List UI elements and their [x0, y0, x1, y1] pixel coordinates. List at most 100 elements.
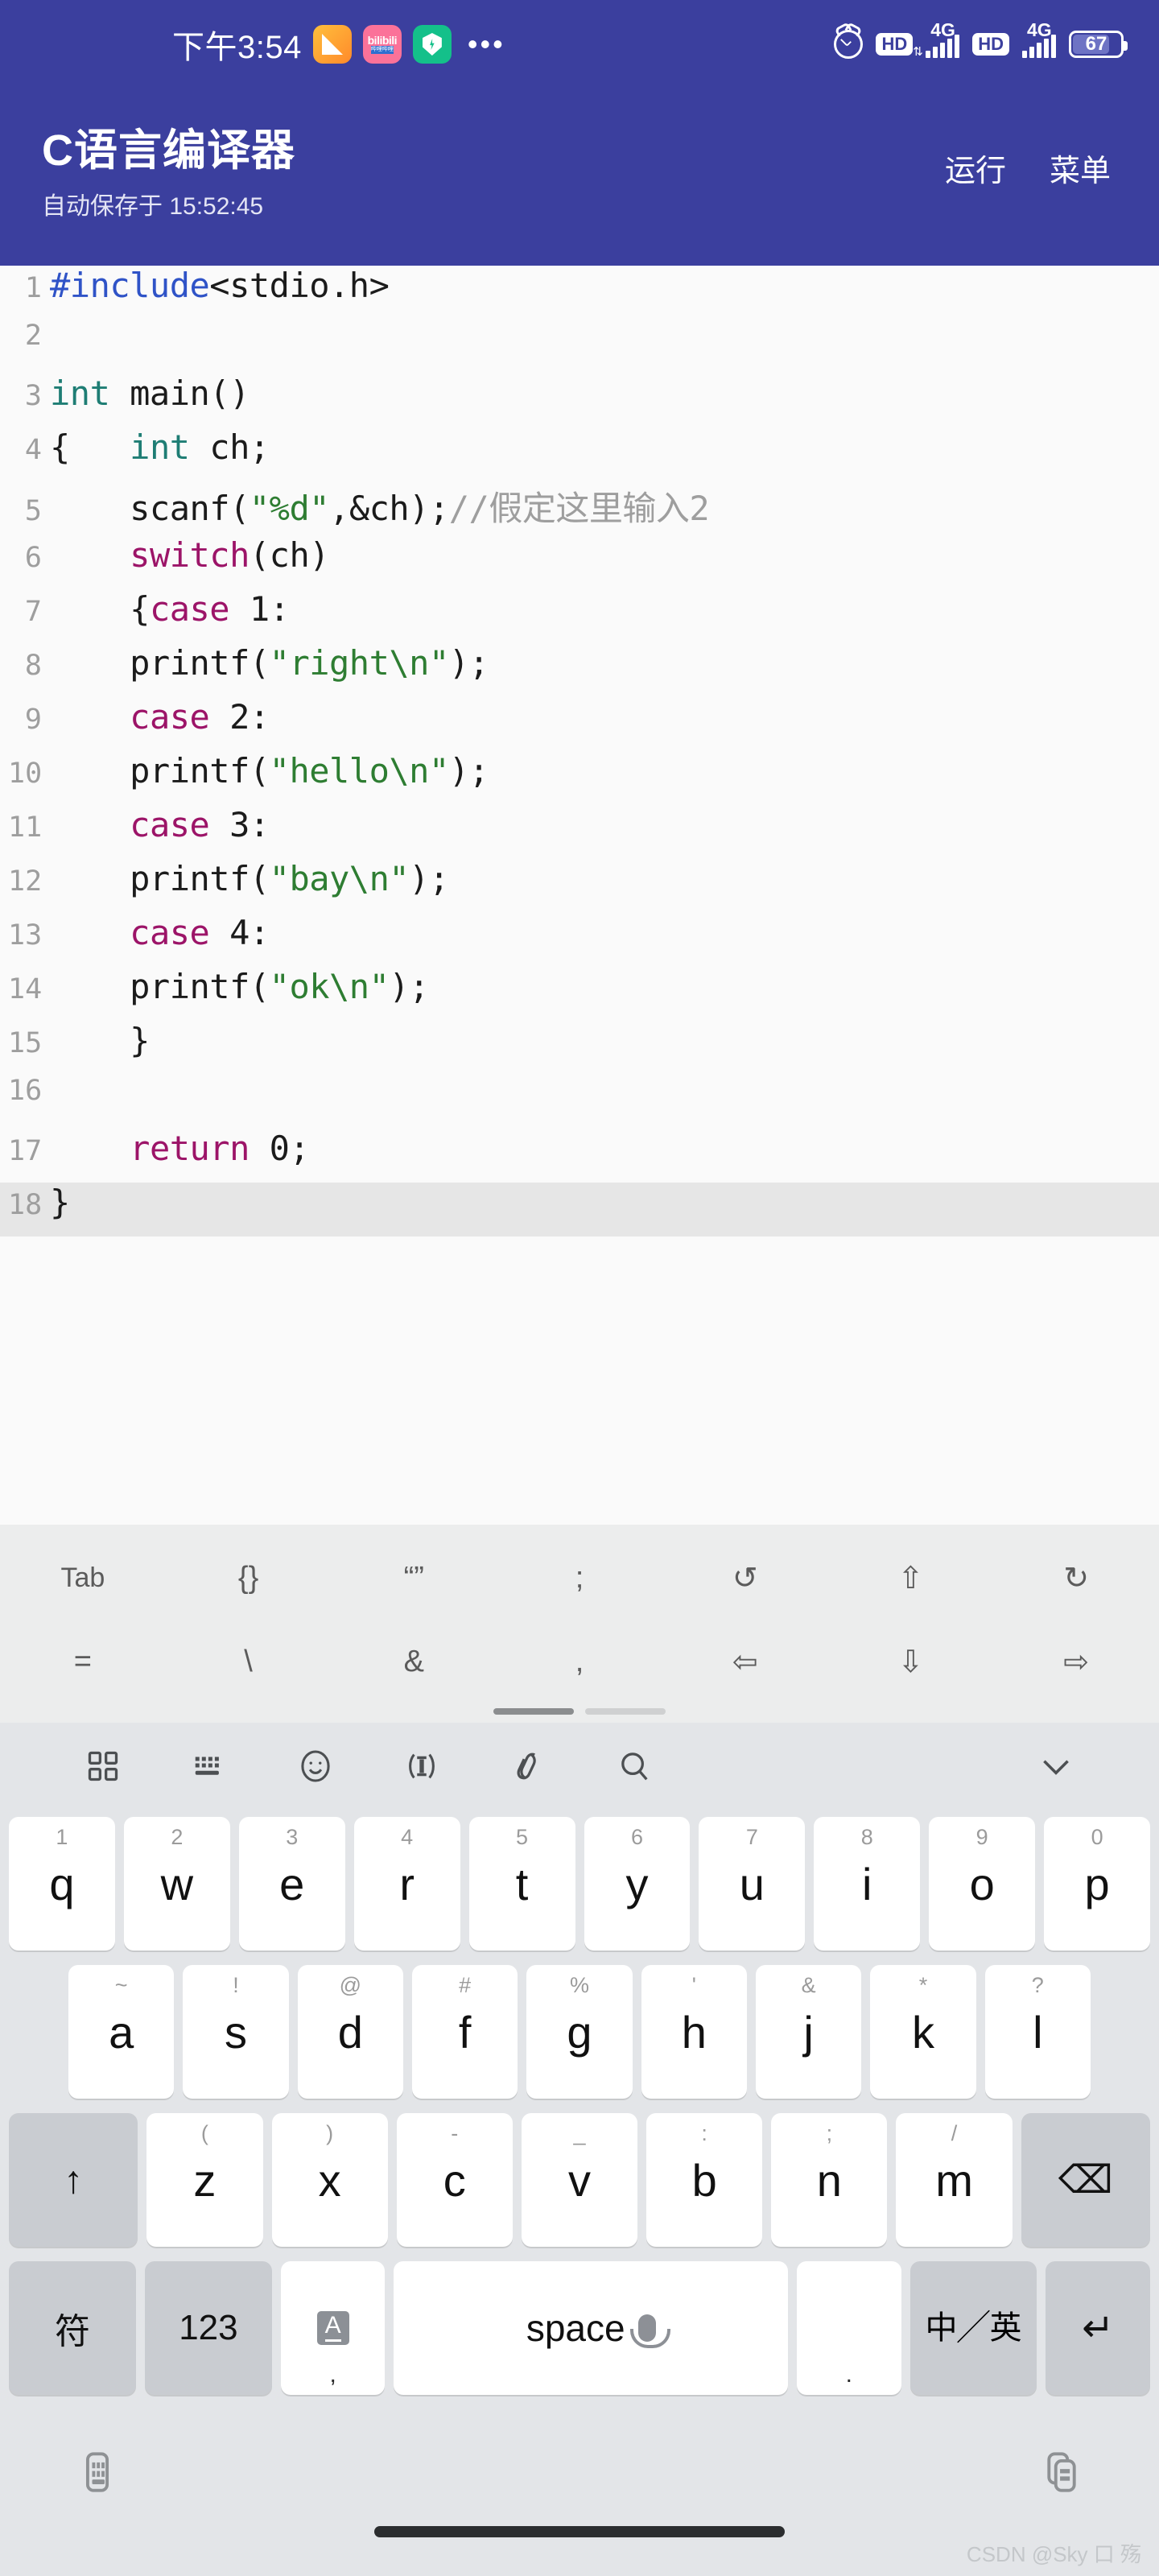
braces-key[interactable]: {}	[166, 1536, 332, 1620]
backslash-key[interactable]: \	[166, 1620, 332, 1703]
code-token: ,&ch);	[329, 489, 449, 528]
symbols-key[interactable]: 符	[9, 2261, 136, 2395]
key-primary-label: r	[399, 1858, 415, 1909]
code-line[interactable]: 16	[0, 1075, 1159, 1129]
keyboard-row-4: 符 123 A , space . 中╱英 ↵	[0, 2254, 1159, 2402]
key-d[interactable]: @ d	[297, 1965, 403, 2099]
line-number: 18	[8, 1189, 43, 1221]
redo-icon[interactable]: ↻	[993, 1536, 1159, 1620]
code-line[interactable]: 5 scanf("%d",&ch);//假定这里输入2	[0, 481, 1159, 535]
key-i[interactable]: 8i	[814, 1817, 921, 1951]
code-line[interactable]: 8 printf("right\n");	[0, 643, 1159, 697]
switch-keyboard-icon[interactable]	[1038, 2449, 1085, 2500]
home-indicator[interactable]	[374, 2526, 785, 2537]
undo-icon[interactable]: ↺	[662, 1536, 828, 1620]
key-t[interactable]: 5t	[468, 1817, 575, 1951]
caps-key[interactable]: A ,	[280, 2261, 386, 2395]
backspace-key[interactable]: ⌫	[1021, 2113, 1150, 2247]
clipboard-icon[interactable]	[475, 1748, 581, 1785]
run-button[interactable]: 运行	[945, 146, 1006, 190]
code-line[interactable]: 9 case 2:	[0, 697, 1159, 751]
period-key[interactable]: .	[797, 2261, 901, 2395]
key-v[interactable]: _ v	[521, 2113, 638, 2247]
code-line[interactable]: 6 switch(ch)	[0, 535, 1159, 589]
line-text: switch(ch)	[50, 535, 329, 575]
code-line[interactable]: 3 int main()	[0, 374, 1159, 427]
key-k[interactable]: * k	[870, 1965, 976, 2099]
key-p[interactable]: 0p	[1044, 1817, 1151, 1951]
key-c[interactable]: -c	[396, 2113, 513, 2247]
page-dot[interactable]	[585, 1708, 666, 1715]
code-line[interactable]: 12 printf("bay\n");	[0, 859, 1159, 913]
key-r[interactable]: 4r	[353, 1817, 460, 1951]
equals-key[interactable]: =	[0, 1620, 166, 1703]
signal-sim2: 4G	[1022, 19, 1056, 58]
quotes-key[interactable]: “”	[331, 1536, 497, 1620]
search-icon[interactable]	[581, 1748, 687, 1785]
key-g[interactable]: % g	[526, 1965, 633, 2099]
key-j[interactable]: & j	[755, 1965, 862, 2099]
key-w[interactable]: 2w	[123, 1817, 230, 1951]
semicolon-key[interactable]: ;	[497, 1536, 662, 1620]
key-x[interactable]: ) x	[271, 2113, 388, 2247]
grid-icon[interactable]	[50, 1748, 156, 1784]
hide-keyboard-icon[interactable]	[74, 2449, 121, 2500]
code-line[interactable]: 14 printf("ok\n");	[0, 967, 1159, 1021]
key-e[interactable]: 3e	[238, 1817, 345, 1951]
key-primary-label: a	[109, 2006, 134, 2058]
code-line[interactable]: 15 }	[0, 1021, 1159, 1075]
ampersand-key[interactable]: &	[331, 1620, 497, 1703]
code-line[interactable]: 18}	[0, 1183, 1159, 1236]
arrow-down-icon[interactable]: ⇩	[828, 1620, 994, 1703]
chevron-down-icon[interactable]	[1003, 1746, 1109, 1786]
code-line[interactable]: 13 case 4:	[0, 913, 1159, 967]
key-secondary-label: 7	[745, 1825, 758, 1849]
key-h[interactable]: ' h	[641, 1965, 747, 2099]
shift-label: ↑	[64, 2158, 84, 2202]
shift-key[interactable]: ↑	[9, 2113, 138, 2247]
language-toggle-key[interactable]: 中╱英	[909, 2261, 1037, 2395]
tab-key[interactable]: Tab	[0, 1536, 166, 1620]
code-line[interactable]: 11 case 3:	[0, 805, 1159, 859]
key-s[interactable]: ! s	[183, 1965, 289, 2099]
symbol-page-indicator[interactable]	[0, 1703, 1159, 1718]
key-u[interactable]: 7u	[699, 1817, 806, 1951]
keyboard-icon[interactable]	[156, 1748, 262, 1785]
key-l[interactable]: ? l	[984, 1965, 1091, 2099]
overflow-dots-icon: •••	[467, 27, 505, 60]
key-y[interactable]: 6y	[584, 1817, 691, 1951]
text-select-icon[interactable]	[369, 1748, 475, 1785]
arrow-up-icon[interactable]: ⇧	[828, 1536, 994, 1620]
key-z[interactable]: (z	[146, 2113, 263, 2247]
comma-key[interactable]: ,	[497, 1620, 662, 1703]
code-line[interactable]: 17 return 0;	[0, 1129, 1159, 1183]
arrow-right-icon[interactable]: ⇨	[993, 1620, 1159, 1703]
key-n[interactable]: ; n	[771, 2113, 888, 2247]
arrow-left-icon[interactable]: ⇦	[662, 1620, 828, 1703]
space-key[interactable]: space	[394, 2261, 789, 2395]
code-line[interactable]: 7 {case 1:	[0, 589, 1159, 643]
hd-icon-sim2: HD	[972, 33, 1009, 56]
code-editor[interactable]: 1 #include<stdio.h> 2 3 int main() 4{ int ch;…	[0, 266, 1159, 1525]
enter-key[interactable]: ↵	[1046, 2261, 1150, 2395]
page-dot[interactable]	[493, 1708, 574, 1715]
key-q[interactable]: 1q	[8, 1817, 115, 1951]
mic-icon[interactable]	[629, 2314, 670, 2348]
hd-icon-sim1: HD	[876, 33, 914, 56]
emoji-icon[interactable]	[262, 1748, 369, 1785]
code-line[interactable]: 10 printf("hello\n");	[0, 751, 1159, 805]
code-line[interactable]: 2	[0, 320, 1159, 374]
code-line[interactable]: 1 #include<stdio.h>	[0, 266, 1159, 320]
key-primary-label: j	[803, 2006, 814, 2058]
numbers-key[interactable]: 123	[144, 2261, 272, 2395]
key-o[interactable]: 9o	[929, 1817, 1036, 1951]
key-m[interactable]: / m	[896, 2113, 1013, 2247]
line-text: case 4:	[50, 913, 270, 952]
key-b[interactable]: :b	[646, 2113, 763, 2247]
key-f[interactable]: # f	[412, 1965, 518, 2099]
key-primary-label: y	[625, 1858, 649, 1909]
code-line[interactable]: 4{ int ch;	[0, 427, 1159, 481]
key-a[interactable]: ~ a	[68, 1965, 175, 2099]
key-secondary-label: 4	[401, 1825, 414, 1849]
menu-button[interactable]: 菜单	[1050, 146, 1111, 190]
